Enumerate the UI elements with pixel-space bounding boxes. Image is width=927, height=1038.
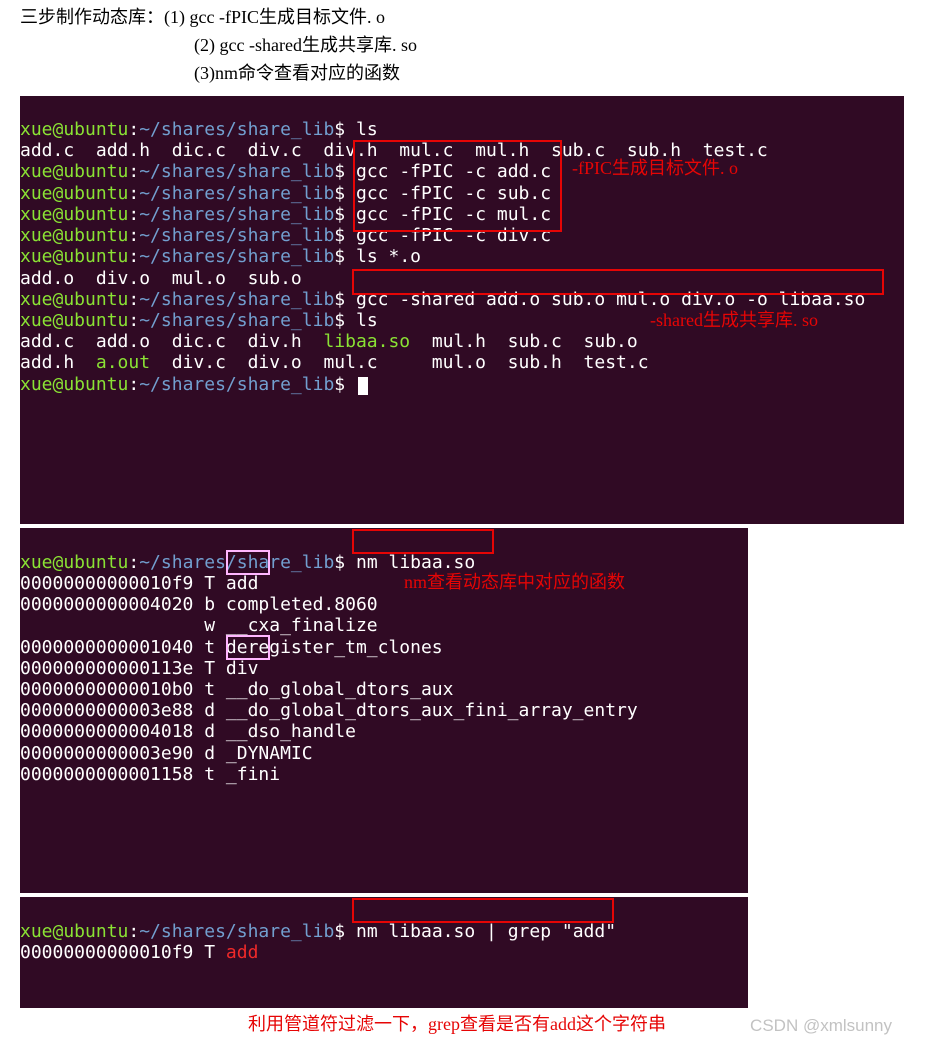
terminal-block-1: xue@ubuntu:~/shares/share_lib$ ls add.c … — [20, 96, 904, 525]
instruction-line-1: 三步制作动态库：(1) gcc -fPIC生成目标文件. o — [20, 4, 907, 32]
step-1: (1) gcc -fPIC生成目标文件. o — [164, 7, 385, 27]
ls-output-1: add.c add.h dic.c div.c div.h mul.c mul.… — [20, 140, 768, 161]
ls2-row1-a: add.c add.o dic.c div.h — [20, 331, 323, 352]
terminal-block-3: xue@ubuntu:~/shares/share_lib$ nm libaa.… — [20, 897, 748, 1007]
nm-l8: 0000000000004018 d __dso_handle — [20, 721, 356, 742]
grep-out-sym: add — [226, 942, 259, 963]
instruction-prefix: 三步制作动态库： — [20, 7, 164, 27]
nm-l9: 0000000000003e90 d _DYNAMIC — [20, 743, 313, 764]
ls2-row2-a: add.h — [20, 352, 96, 373]
ls2-libaa: libaa.so — [323, 331, 410, 352]
ls-o-output: add.o div.o mul.o sub.o — [20, 268, 302, 289]
annotation-grep: 利用管道符过滤一下，grep查看是否有add这个字符串 — [248, 1010, 666, 1036]
prompt-colon: : — [128, 119, 139, 140]
instruction-block: 三步制作动态库：(1) gcc -fPIC生成目标文件. o (2) gcc -… — [0, 0, 927, 96]
ls2-row1-b: mul.h sub.c sub.o — [410, 331, 638, 352]
prompt-dollar: $ — [334, 119, 356, 140]
cmd-gcc-div: gcc -fPIC -c div.c — [356, 225, 551, 246]
cmd-gcc-shared: gcc -shared add.o sub.o mul.o div.o -o l… — [356, 289, 865, 310]
cmd-nm: nm libaa.so — [356, 552, 475, 573]
cmd-ls-o: ls *.o — [356, 246, 421, 267]
nm-l5-addr: 000000000000113e T — [20, 658, 226, 679]
cmd-ls-2: ls — [356, 310, 378, 331]
nm-l1-sym: add — [226, 573, 259, 594]
prompt-user: xue@ubuntu — [20, 119, 128, 140]
nm-l2: 0000000000004020 b completed.8060 — [20, 594, 378, 615]
terminal-block-2: xue@ubuntu:~/shares/share_lib$ nm libaa.… — [20, 528, 748, 893]
nm-l6: 00000000000010b0 t __do_global_dtors_aux — [20, 679, 453, 700]
grep-out-addr: 00000000000010f9 T — [20, 942, 226, 963]
nm-l5-sym: div — [226, 658, 259, 679]
cmd-gcc-add: gcc -fPIC -c add.c — [356, 161, 551, 182]
nm-l4: 0000000000001040 t deregister_tm_clones — [20, 637, 443, 658]
cursor-icon — [358, 377, 368, 395]
prompt-path: ~/shares/share_lib — [139, 119, 334, 140]
nm-l10: 0000000000001158 t _fini — [20, 764, 280, 785]
cmd-gcc-mul: gcc -fPIC -c mul.c — [356, 204, 551, 225]
nm-l3: w __cxa_finalize — [20, 615, 378, 636]
bottom-strip: 利用管道符过滤一下，grep查看是否有add这个字符串 CSDN @xmlsun… — [20, 1008, 904, 1038]
nm-l7: 0000000000003e88 d __do_global_dtors_aux… — [20, 700, 638, 721]
annotation-nm: nm查看动态库中对应的函数 — [404, 572, 625, 593]
nm-l1-addr: 00000000000010f9 T — [20, 573, 226, 594]
ls2-row2-b: div.c div.o mul.c mul.o sub.h test.c — [150, 352, 649, 373]
cmd-ls: ls — [356, 119, 378, 140]
ls2-aout: a.out — [96, 352, 150, 373]
step-2: (2) gcc -shared生成共享库. so — [20, 32, 907, 60]
cmd-gcc-sub: gcc -fPIC -c sub.c — [356, 183, 551, 204]
annotation-shared: -shared生成共享库. so — [650, 310, 818, 331]
document-root: 三步制作动态库：(1) gcc -fPIC生成目标文件. o (2) gcc -… — [0, 0, 927, 1038]
watermark-text: CSDN @xmlsunny — [750, 1016, 892, 1036]
step-3: (3)nm命令查看对应的函数 — [20, 60, 907, 88]
cmd-nm-grep: nm libaa.so | grep "add" — [356, 921, 616, 942]
